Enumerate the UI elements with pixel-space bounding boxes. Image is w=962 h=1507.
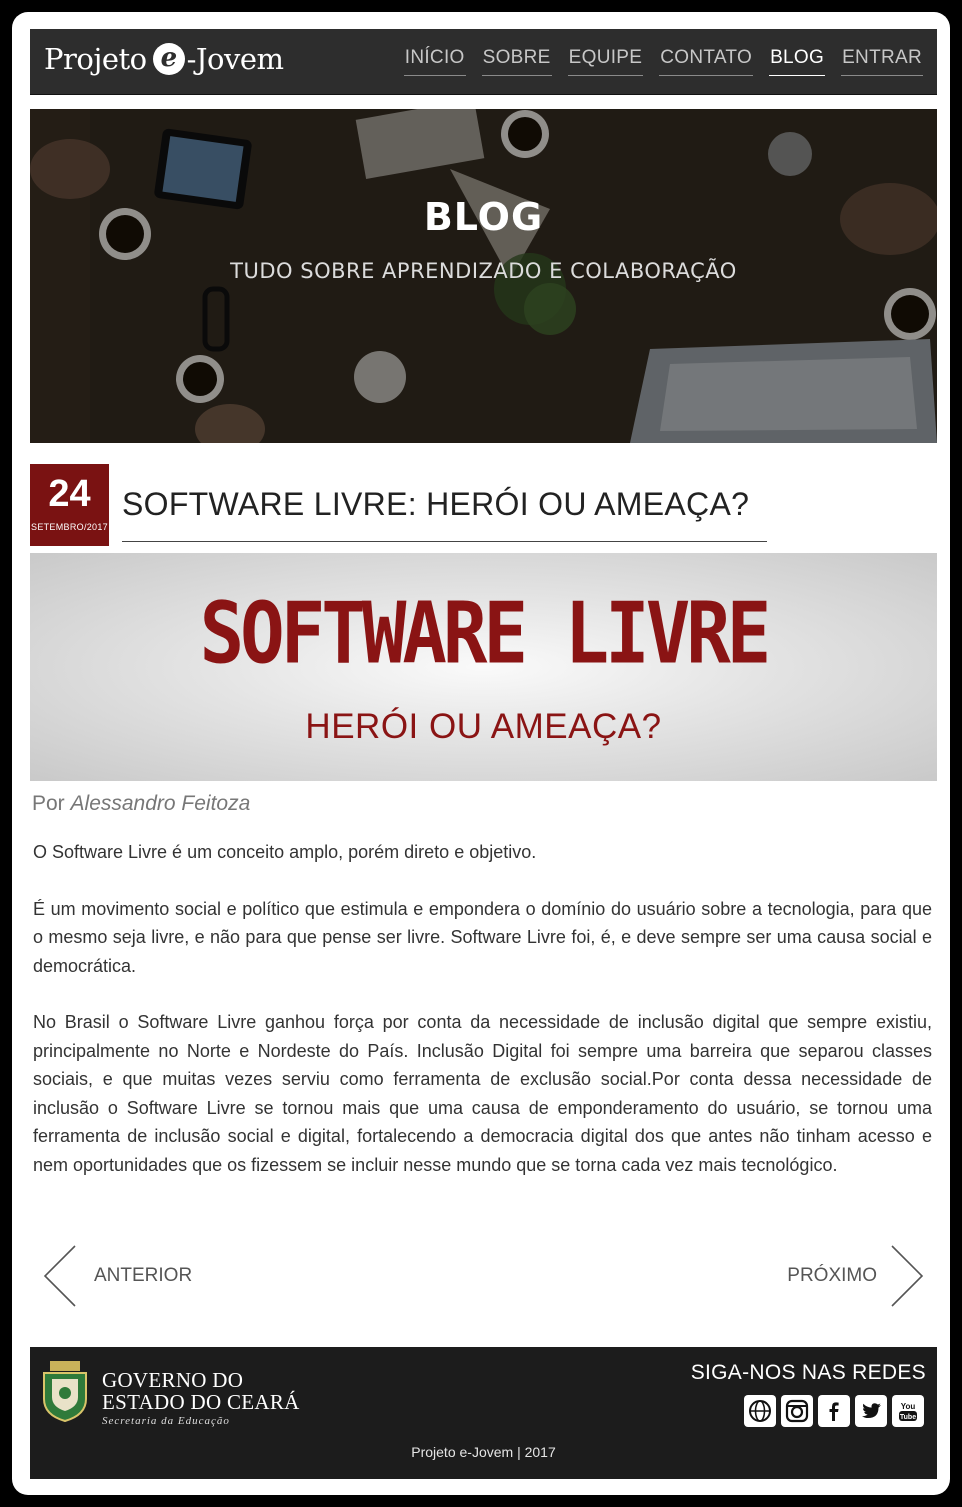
top-navbar: Projeto e -Jovem INÍCIO SOBRE EQUIPE CON… (30, 29, 937, 95)
site-logo[interactable]: Projeto e -Jovem (44, 42, 284, 76)
logo-e-icon: e (152, 43, 185, 75)
post-banner-title: SOFTWARE LIVRE (199, 584, 772, 684)
gov-line-2: ESTADO DO CEARÁ (102, 1390, 300, 1414)
site-footer: GOVERNO DO ESTADO DO CEARÁ Secretaria da… (30, 1347, 937, 1479)
chevron-left-icon (43, 1245, 76, 1307)
nav-link-sobre[interactable]: SOBRE (481, 47, 552, 76)
nav-link-equipe[interactable]: EQUIPE (567, 47, 644, 76)
post-date-month: SETEMBRO/2017 (31, 522, 108, 532)
hero-title: BLOG (423, 195, 544, 239)
post-title: SOFTWARE LIVRE: HERÓI OU AMEAÇA? (122, 486, 767, 542)
nav-link-inicio[interactable]: INÍCIO (403, 47, 466, 76)
page-frame: Projeto e -Jovem INÍCIO SOBRE EQUIPE CON… (12, 12, 950, 1495)
hero-banner: BLOG TUDO SOBRE APRENDIZADO E COLABORAÇÃ… (30, 109, 937, 443)
post-banner-image: SOFTWARE LIVRE HERÓI OU AMEAÇA? (30, 553, 937, 781)
post-byline: Por Alessandro Feitoza (32, 792, 250, 816)
logo-text-left: Projeto (44, 42, 147, 76)
nav-link-contato[interactable]: CONTATO (659, 47, 754, 76)
government-text: GOVERNO DO ESTADO DO CEARÁ Secretaria da… (102, 1369, 300, 1427)
chevron-right-icon (891, 1245, 924, 1307)
post-date-day: 24 (48, 473, 91, 515)
post-body: O Software Livre é um conceito amplo, po… (33, 838, 932, 1207)
post-date-badge: 24 SETEMBRO/2017 (30, 464, 109, 546)
next-post-link[interactable]: PRÓXIMO (787, 1244, 925, 1308)
hero-subtitle: TUDO SOBRE APRENDIZADO E COLABORAÇÃO (230, 259, 737, 283)
svg-text:Tube: Tube (900, 1414, 916, 1421)
nav-link-blog[interactable]: BLOG (769, 47, 826, 76)
post-paragraph: O Software Livre é um conceito amplo, po… (33, 842, 537, 862)
post-paragraph: É um movimento social e político que est… (33, 898, 932, 976)
copyright-text: Projeto e-Jovem | 2017 (411, 1444, 556, 1460)
logo-text-right: -Jovem (186, 42, 284, 76)
coat-of-arms-icon (43, 1361, 87, 1423)
instagram-icon[interactable] (781, 1395, 813, 1427)
social-links: You Tube (744, 1395, 924, 1427)
youtube-icon[interactable]: You Tube (892, 1395, 924, 1427)
gov-line-3: Secretaria da Educação (102, 1415, 230, 1427)
social-heading: SIGA-NOS NAS REDES (690, 1361, 926, 1384)
facebook-icon[interactable] (818, 1395, 850, 1427)
previous-post-link[interactable]: ANTERIOR (42, 1244, 192, 1308)
nav-link-entrar[interactable]: ENTRAR (841, 47, 923, 76)
post-paragraph: No Brasil o Software Livre ganhou força … (33, 1012, 932, 1175)
byline-prefix: Por (32, 792, 65, 815)
post-author: Alessandro Feitoza (70, 792, 251, 815)
post-banner-subtitle: HERÓI OU AMEAÇA? (305, 707, 662, 746)
main-nav: INÍCIO SOBRE EQUIPE CONTATO BLOG ENTRAR (403, 47, 923, 76)
previous-label: ANTERIOR (94, 1265, 193, 1286)
svg-text:You: You (901, 1402, 916, 1411)
next-label: PRÓXIMO (787, 1265, 877, 1286)
twitter-icon[interactable] (855, 1395, 887, 1427)
gov-line-1: GOVERNO DO (102, 1368, 244, 1392)
www-icon[interactable] (744, 1395, 776, 1427)
government-logo[interactable]: GOVERNO DO ESTADO DO CEARÁ Secretaria da… (40, 1359, 300, 1427)
